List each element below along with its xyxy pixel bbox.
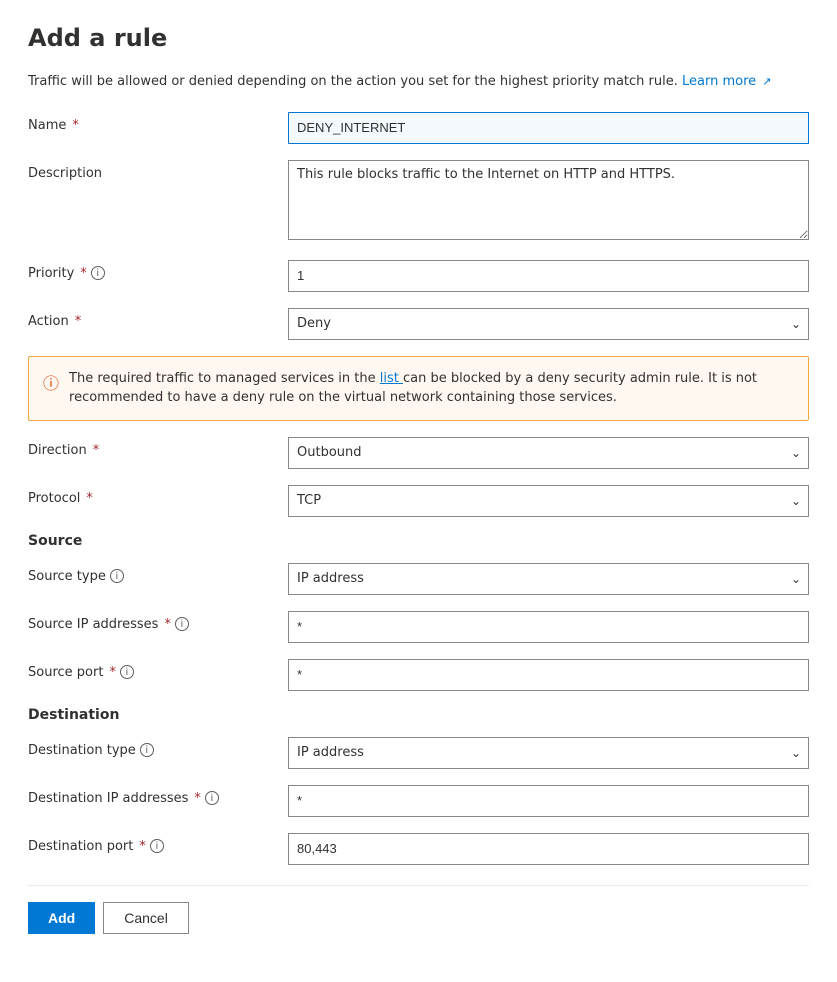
priority-info-icon[interactable]: i [91,266,105,280]
learn-more-link[interactable]: Learn more ↗ [682,74,772,89]
direction-select-wrapper: Outbound ⌄ [288,437,809,469]
source-port-field-wrapper [288,659,809,691]
source-port-required: * [109,665,116,680]
direction-field-wrapper: Outbound ⌄ [288,437,809,469]
action-select[interactable]: Deny [288,308,809,340]
source-type-field-wrapper: IP address ⌄ [288,563,809,595]
destination-port-label: Destination port * i [28,833,288,854]
name-row: Name * [28,112,809,144]
source-type-info-icon[interactable]: i [110,569,124,583]
source-port-input[interactable] [288,659,809,691]
priority-label: Priority * i [28,260,288,281]
source-type-select-wrapper: IP address ⌄ [288,563,809,595]
destination-ip-field-wrapper [288,785,809,817]
priority-required: * [80,266,87,281]
destination-port-required: * [139,839,146,854]
description-input[interactable]: This rule blocks traffic to the Internet… [288,160,809,240]
destination-heading: Destination [28,707,809,723]
warning-text: The required traffic to managed services… [69,369,794,408]
description-field-wrapper: This rule blocks traffic to the Internet… [288,160,809,244]
direction-row: Direction * Outbound ⌄ [28,437,809,469]
source-ip-row: Source IP addresses * i [28,611,809,643]
source-port-row: Source port * i [28,659,809,691]
protocol-select-wrapper: TCP ⌄ [288,485,809,517]
warning-icon: ⓘ [43,370,59,394]
priority-input[interactable] [288,260,809,292]
action-field-wrapper: Deny ⌄ [288,308,809,340]
destination-port-input[interactable] [288,833,809,865]
source-ip-input[interactable] [288,611,809,643]
priority-field-wrapper [288,260,809,292]
source-ip-info-icon[interactable]: i [175,617,189,631]
direction-label: Direction * [28,437,288,458]
source-port-info-icon[interactable]: i [120,665,134,679]
destination-port-field-wrapper [288,833,809,865]
destination-type-select-wrapper: IP address ⌄ [288,737,809,769]
action-label: Action * [28,308,288,329]
destination-type-row: Destination type i IP address ⌄ [28,737,809,769]
direction-select[interactable]: Outbound [288,437,809,469]
action-select-wrapper: Deny ⌄ [288,308,809,340]
destination-ip-row: Destination IP addresses * i [28,785,809,817]
protocol-field-wrapper: TCP ⌄ [288,485,809,517]
source-type-select[interactable]: IP address [288,563,809,595]
direction-required: * [93,443,100,458]
protocol-row: Protocol * TCP ⌄ [28,485,809,517]
destination-ip-label: Destination IP addresses * i [28,785,288,806]
external-link-icon: ↗ [762,75,771,88]
action-row: Action * Deny ⌄ [28,308,809,340]
destination-port-row: Destination port * i [28,833,809,865]
cancel-button[interactable]: Cancel [103,902,189,934]
description-row: Description This rule blocks traffic to … [28,160,809,244]
destination-ip-info-icon[interactable]: i [205,791,219,805]
destination-type-select[interactable]: IP address [288,737,809,769]
name-input[interactable] [288,112,809,144]
action-required: * [75,314,82,329]
source-port-label: Source port * i [28,659,288,680]
protocol-required: * [86,491,93,506]
source-ip-label: Source IP addresses * i [28,611,288,632]
protocol-select[interactable]: TCP [288,485,809,517]
source-ip-field-wrapper [288,611,809,643]
destination-type-field-wrapper: IP address ⌄ [288,737,809,769]
protocol-label: Protocol * [28,485,288,506]
name-label: Name * [28,112,288,133]
source-type-label: Source type i [28,563,288,584]
destination-ip-input[interactable] [288,785,809,817]
destination-type-label: Destination type i [28,737,288,758]
priority-row: Priority * i [28,260,809,292]
destination-ip-required: * [194,791,201,806]
destination-type-info-icon[interactable]: i [140,743,154,757]
source-ip-required: * [164,617,171,632]
warning-box: ⓘ The required traffic to managed servic… [28,356,809,421]
name-field-wrapper [288,112,809,144]
warning-list-link[interactable]: list [380,371,403,386]
add-button[interactable]: Add [28,902,95,934]
destination-port-info-icon[interactable]: i [150,839,164,853]
source-type-row: Source type i IP address ⌄ [28,563,809,595]
info-text: Traffic will be allowed or denied depend… [28,72,809,92]
page-title: Add a rule [28,24,809,52]
source-heading: Source [28,533,809,549]
name-required: * [72,118,79,133]
description-label: Description [28,160,288,181]
button-row: Add Cancel [28,885,809,934]
